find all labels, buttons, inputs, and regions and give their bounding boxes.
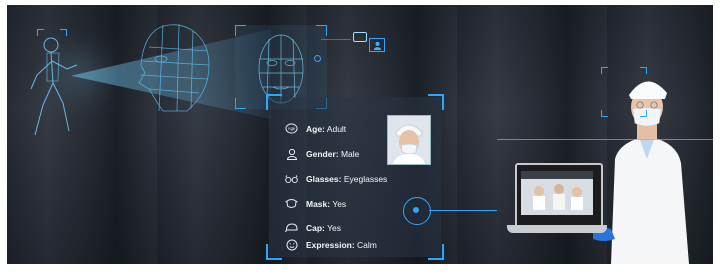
target-dot [413,207,419,213]
running-person-figure [30,37,78,136]
attribute-label: Mask: [306,198,331,209]
scan-line [497,139,713,140]
age-icon: Age [285,122,298,135]
user-icon [373,41,381,50]
laptop-screen-image [521,171,593,215]
face-thumbnail [387,115,431,165]
attribute-value: Adult [326,123,347,134]
connector-dot [314,55,321,62]
attribute-label: Expression: [306,239,355,250]
connector-line [321,39,351,40]
attribute-label: Cap: [306,222,325,233]
user-badge [369,38,385,52]
attribute-panel: Age Age: Adult Gender: Male Glasses: Eye… [266,94,444,260]
age-icon-text: Age [288,126,296,131]
doctor-detection-box [601,67,647,117]
mask-icon [285,197,298,210]
wireframe-head [138,23,210,112]
attribute-row-gender: Gender: Male [285,147,359,160]
attribute-value: Male [340,148,360,159]
target-line [429,210,497,211]
attribute-row-mask: Mask: Yes [285,197,346,210]
glasses-icon [285,172,298,185]
attribute-row-glasses: Glasses: Eyeglasses [285,172,387,185]
doctor-face-thumbnail-image [388,116,430,164]
gender-icon [285,147,298,160]
person-detection-box [37,29,67,47]
attribute-label: Age: [306,123,325,134]
attribute-label: Glasses: [306,173,342,184]
attribute-row-age: Age Age: Adult [285,122,346,135]
attribute-value: Calm [357,239,377,250]
camera-icon [353,32,367,42]
attribute-row-cap: Cap: Yes [285,221,341,234]
expression-icon [285,238,298,251]
laptop-base [507,225,607,233]
attribute-value: Yes [327,222,341,233]
cap-icon [285,221,298,234]
face-attribute-recognition-banner: Age Age: Adult Gender: Male Glasses: Eye… [7,5,713,264]
laptop-screen [515,163,603,229]
attribute-label: Gender: [306,148,339,159]
attribute-value: Eyeglasses [343,173,388,184]
attribute-row-expression: Expression: Calm [285,238,377,251]
beam-glow [65,63,95,85]
attribute-value: Yes [332,198,347,209]
